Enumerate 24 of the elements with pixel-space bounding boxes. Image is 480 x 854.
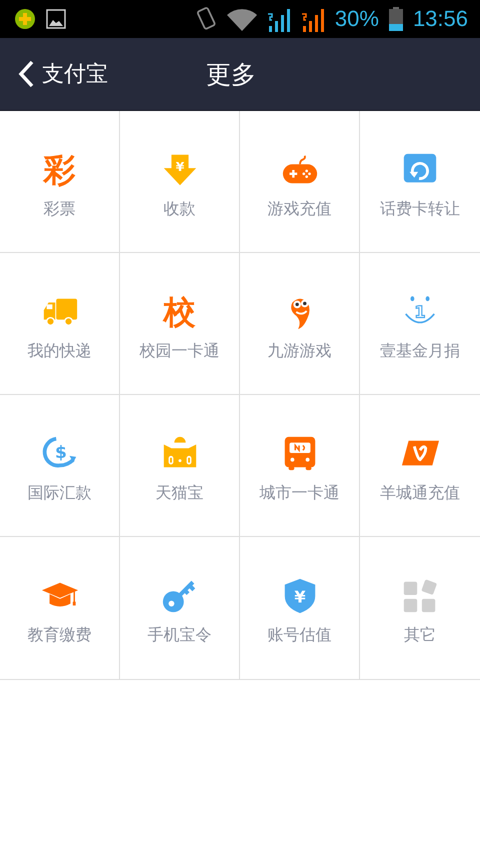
battery-percent: 30% xyxy=(334,6,379,32)
back-button[interactable]: 支付宝 xyxy=(0,44,108,104)
service-tile[interactable]: 我的快递 xyxy=(0,253,120,395)
signal-icon xyxy=(300,6,325,32)
service-tile[interactable]: ¥ 收款 xyxy=(120,111,240,253)
signal-icon xyxy=(266,6,291,32)
clock-time: 13:56 xyxy=(412,6,468,32)
service-tile[interactable]: $ 国际汇款 xyxy=(0,395,120,537)
vibrate-icon xyxy=(194,6,217,32)
character-icon: 彩 xyxy=(44,151,76,189)
service-tile[interactable]: 游戏充值 xyxy=(240,111,360,253)
image-icon xyxy=(46,9,66,29)
character-icon: 校 xyxy=(164,293,196,331)
battery-icon xyxy=(388,7,403,31)
service-tile[interactable]: 校 校园一卡通 xyxy=(120,253,240,395)
app-icon xyxy=(14,8,36,30)
service-tile[interactable]: 彩 彩票 xyxy=(0,111,120,253)
service-tile[interactable]: 城市一卡通 xyxy=(240,395,360,537)
wifi-icon xyxy=(226,7,257,31)
tiles-icon xyxy=(401,577,439,615)
service-tile[interactable]: 天猫宝 xyxy=(120,395,240,537)
service-tile[interactable]: 九游游戏 xyxy=(240,253,360,395)
back-icon xyxy=(18,60,34,88)
page-title: 更多 xyxy=(206,58,256,90)
